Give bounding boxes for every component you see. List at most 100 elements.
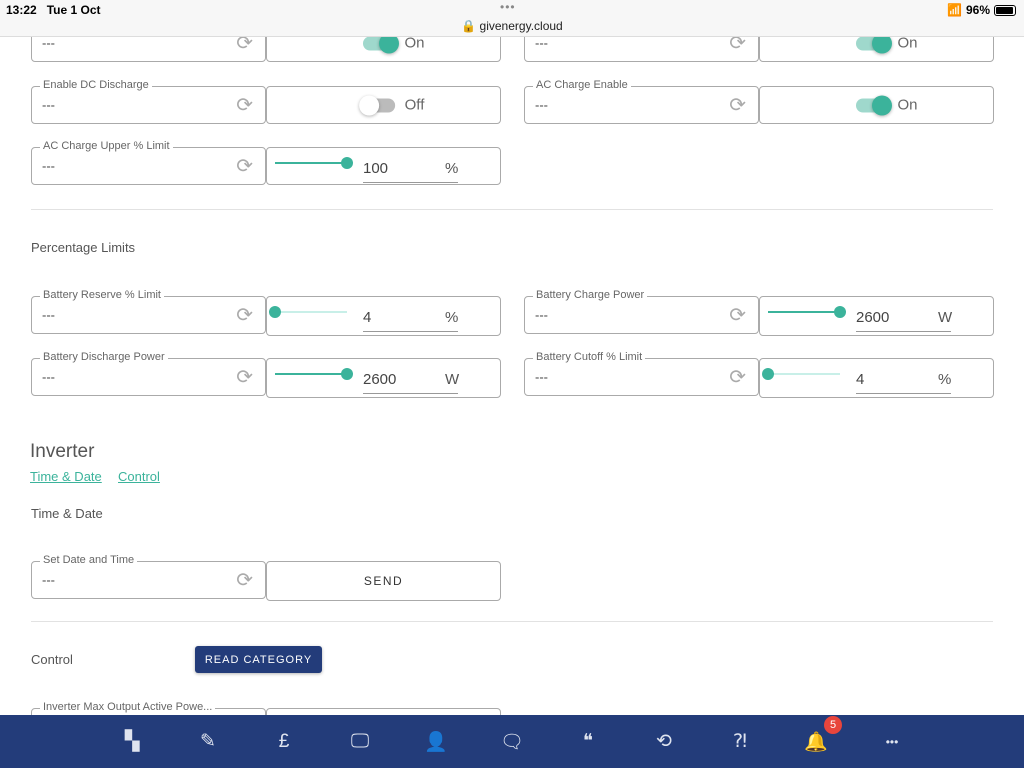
- field-value: ---: [42, 572, 55, 588]
- help-icon[interactable]: ⁈: [702, 715, 778, 768]
- refresh-icon[interactable]: ⟳: [236, 154, 253, 179]
- slider-control[interactable]: 2600 W: [266, 358, 501, 398]
- toggle-state: On: [897, 96, 918, 114]
- field-label: Enable DC Discharge: [40, 79, 152, 91]
- toggle-control[interactable]: Off: [266, 86, 501, 124]
- slider-thumb[interactable]: [269, 306, 281, 318]
- dashboard-icon[interactable]: ▚: [94, 715, 170, 768]
- subsection-time-date: Time & Date: [31, 506, 103, 521]
- slider-thumb[interactable]: [834, 306, 846, 318]
- battery-icon: [994, 4, 1016, 16]
- pricing-icon[interactable]: £: [246, 715, 322, 768]
- battery-indicator: 📶 96%: [947, 3, 1016, 17]
- refresh-icon[interactable]: ⟳: [729, 93, 746, 118]
- field-readout: Battery Discharge Power --- ⟳: [31, 351, 266, 396]
- toggle-control[interactable]: On: [759, 86, 994, 124]
- field-label: Inverter Max Output Active Powe...: [40, 701, 216, 713]
- refresh-icon[interactable]: ⟳: [236, 303, 253, 328]
- link-time-date[interactable]: Time & Date: [30, 469, 102, 484]
- field-value: ---: [42, 307, 55, 323]
- notification-badge: 5: [824, 716, 842, 734]
- monitor-icon[interactable]: 🖵: [322, 715, 398, 768]
- field-readout: AC Charge Upper % Limit --- ⟳: [31, 140, 266, 185]
- slider[interactable]: [275, 157, 353, 169]
- toggle-switch[interactable]: Off: [358, 95, 425, 115]
- field-label: AC Charge Upper % Limit: [40, 140, 173, 152]
- unit-label: %: [445, 309, 459, 326]
- read-category-button[interactable]: READ CATEGORY: [195, 646, 322, 673]
- toggle-switch[interactable]: On: [362, 33, 425, 53]
- slider[interactable]: [762, 368, 840, 380]
- slider-thumb[interactable]: [762, 368, 774, 380]
- refresh-icon[interactable]: ⟳: [729, 365, 746, 390]
- refresh-icon[interactable]: ⟳: [236, 365, 253, 390]
- sync-alert-icon[interactable]: ⟲: [626, 715, 702, 768]
- number-input[interactable]: 100: [363, 158, 458, 183]
- unit-label: W: [938, 309, 953, 326]
- toggle-state: Off: [404, 96, 425, 114]
- field-label: Battery Cutoff % Limit: [533, 351, 646, 363]
- feedback-icon[interactable]: ❝: [550, 715, 626, 768]
- url-bar[interactable]: 🔒 givenergy.cloud: [0, 19, 1024, 33]
- field-value: ---: [42, 369, 55, 385]
- section-percentage-limits: Percentage Limits: [31, 240, 136, 255]
- slider[interactable]: [269, 306, 347, 318]
- send-button[interactable]: SEND: [266, 561, 501, 601]
- link-control[interactable]: Control: [118, 469, 160, 484]
- field-value: ---: [42, 97, 55, 113]
- bottom-nav: ▚ ✎ £ 🖵 👤 🗨 ❝ ⟲ ⁈ 🔔 5 •••: [0, 715, 1024, 768]
- clock: 13:22 Tue 1 Oct: [6, 3, 101, 17]
- toggle-state: On: [404, 34, 425, 52]
- field-readout: Battery Cutoff % Limit --- ⟳: [524, 351, 759, 396]
- toggle-switch[interactable]: On: [855, 95, 918, 115]
- slider[interactable]: [275, 368, 353, 380]
- refresh-icon[interactable]: ⟳: [236, 93, 253, 118]
- edit-icon[interactable]: ✎: [170, 715, 246, 768]
- subsection-control: Control: [31, 652, 73, 667]
- field-label: Battery Reserve % Limit: [40, 289, 164, 301]
- refresh-icon[interactable]: ⟳: [729, 303, 746, 328]
- field-readout: Set Date and Time --- ⟳: [31, 554, 266, 599]
- slider-control[interactable]: 4%: [266, 296, 501, 336]
- more-icon[interactable]: •••: [854, 715, 930, 768]
- divider: [31, 209, 993, 210]
- number-input[interactable]: 4: [856, 369, 951, 394]
- divider: [31, 621, 993, 622]
- number-input[interactable]: 2600: [856, 307, 951, 332]
- field-label: Battery Charge Power: [533, 289, 648, 301]
- status-bar: 13:22 Tue 1 Oct ••• 🔒 givenergy.cloud 📶 9…: [0, 0, 1024, 37]
- messages-icon[interactable]: 🗨: [474, 715, 550, 768]
- slider-thumb[interactable]: [341, 157, 353, 169]
- section-inverter: Inverter: [30, 441, 95, 462]
- toggle-state: On: [897, 34, 918, 52]
- wifi-icon: 📶: [947, 3, 962, 17]
- tab-menu-dots[interactable]: •••: [500, 0, 516, 14]
- field-value: ---: [42, 158, 55, 174]
- field-readout: Enable DC Discharge --- ⟳: [31, 79, 266, 124]
- unit-label: %: [938, 371, 952, 388]
- field-value: ---: [42, 35, 55, 51]
- field-label: Battery Discharge Power: [40, 351, 168, 363]
- unit-label: %: [445, 160, 459, 177]
- refresh-icon[interactable]: ⟳: [236, 568, 253, 593]
- toggle-switch[interactable]: On: [855, 33, 918, 53]
- slider-control[interactable]: 2600 W: [759, 296, 994, 336]
- field-value: ---: [535, 97, 548, 113]
- field-value: ---: [535, 369, 548, 385]
- field-value: ---: [535, 35, 548, 51]
- account-settings-icon[interactable]: 👤: [398, 715, 474, 768]
- number-input[interactable]: 2600: [363, 369, 458, 394]
- field-readout: AC Charge Enable --- ⟳: [524, 79, 759, 124]
- slider-thumb[interactable]: [341, 368, 353, 380]
- field-readout: Battery Charge Power --- ⟳: [524, 289, 759, 334]
- field-label: Set Date and Time: [40, 554, 138, 566]
- notifications-icon[interactable]: 🔔 5: [778, 715, 854, 768]
- unit-label: W: [445, 371, 460, 388]
- slider-control[interactable]: 4%: [759, 358, 994, 398]
- field-value: ---: [535, 307, 548, 323]
- field-label: AC Charge Enable: [533, 79, 631, 91]
- field-readout: Battery Reserve % Limit --- ⟳: [31, 289, 266, 334]
- number-input[interactable]: 4: [363, 307, 458, 332]
- slider-control[interactable]: 100%: [266, 147, 501, 185]
- slider[interactable]: [768, 306, 846, 318]
